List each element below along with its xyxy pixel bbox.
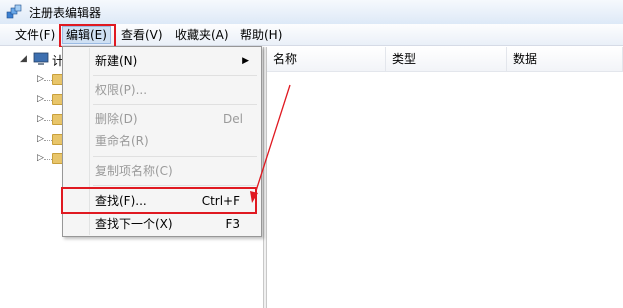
menu-separator: [93, 75, 257, 76]
menu-item-find-next-label: 查找下一个(X): [95, 217, 173, 231]
tree-expand-arrow-icon[interactable]: ▷: [37, 114, 44, 124]
menu-view[interactable]: 查看(V): [118, 27, 166, 43]
tree-expand-arrow-icon[interactable]: ▷: [37, 153, 44, 163]
menu-item-delete-shortcut: Del: [223, 112, 243, 126]
menu-separator: [93, 185, 257, 186]
menu-item-rename[interactable]: 重命名(R): [64, 130, 260, 152]
menu-help[interactable]: 帮助(H): [237, 27, 285, 43]
values-list-pane[interactable]: 名称 类型 数据: [267, 47, 623, 308]
menu-file[interactable]: 文件(F): [12, 27, 58, 43]
menu-item-delete-label: 删除(D): [95, 112, 138, 126]
submenu-arrow-icon: ▶: [242, 56, 249, 66]
registry-editor-icon: [6, 4, 22, 19]
menu-edit[interactable]: 编辑(E): [62, 26, 111, 44]
window-title: 注册表编辑器: [29, 6, 102, 20]
menu-item-find-label: 查找(F)...: [95, 194, 147, 208]
title-bar: 注册表编辑器: [0, 0, 623, 24]
menu-item-rename-label: 重命名(R): [95, 134, 149, 148]
menu-item-copy-key-name-label: 复制项名称(C): [95, 164, 173, 178]
menu-separator: [93, 104, 257, 105]
menu-item-new-label: 新建(N): [95, 54, 138, 68]
menu-item-find-shortcut: Ctrl+F: [201, 194, 240, 208]
menu-item-find-next-shortcut: F3: [225, 217, 240, 231]
menu-item-copy-key-name[interactable]: 复制项名称(C): [64, 160, 260, 182]
menu-bar: 文件(F) 编辑(E) 查看(V) 收藏夹(A) 帮助(H): [0, 24, 623, 46]
column-header-name[interactable]: 名称: [267, 47, 386, 72]
tree-expand-arrow-icon[interactable]: ▷: [37, 94, 44, 104]
edit-menu-dropdown: 新建(N) ▶ 权限(P)... 删除(D) Del 重命名(R) 复制项名称(…: [62, 46, 262, 237]
column-header-data[interactable]: 数据: [507, 47, 623, 72]
tree-collapse-arrow-icon[interactable]: ◢: [20, 54, 27, 64]
menu-item-find[interactable]: 查找(F)... Ctrl+F: [64, 190, 260, 212]
tree-expand-arrow-icon[interactable]: ▷: [37, 74, 44, 84]
menu-item-find-next[interactable]: 查找下一个(X) F3: [64, 213, 260, 235]
menu-item-delete[interactable]: 删除(D) Del: [64, 108, 260, 130]
menu-item-new[interactable]: 新建(N) ▶: [64, 50, 260, 72]
tree-expand-arrow-icon[interactable]: ▷: [37, 134, 44, 144]
menu-item-permissions-label: 权限(P)...: [95, 83, 148, 97]
column-header-type[interactable]: 类型: [386, 47, 507, 72]
menu-separator: [93, 156, 257, 157]
menu-favorites[interactable]: 收藏夹(A): [172, 27, 232, 43]
registry-editor-window: 注册表编辑器 文件(F) 编辑(E) 查看(V) 收藏夹(A) 帮助(H) ◢ …: [0, 0, 623, 308]
menu-item-permissions[interactable]: 权限(P)...: [64, 79, 260, 101]
computer-icon: [33, 52, 49, 65]
